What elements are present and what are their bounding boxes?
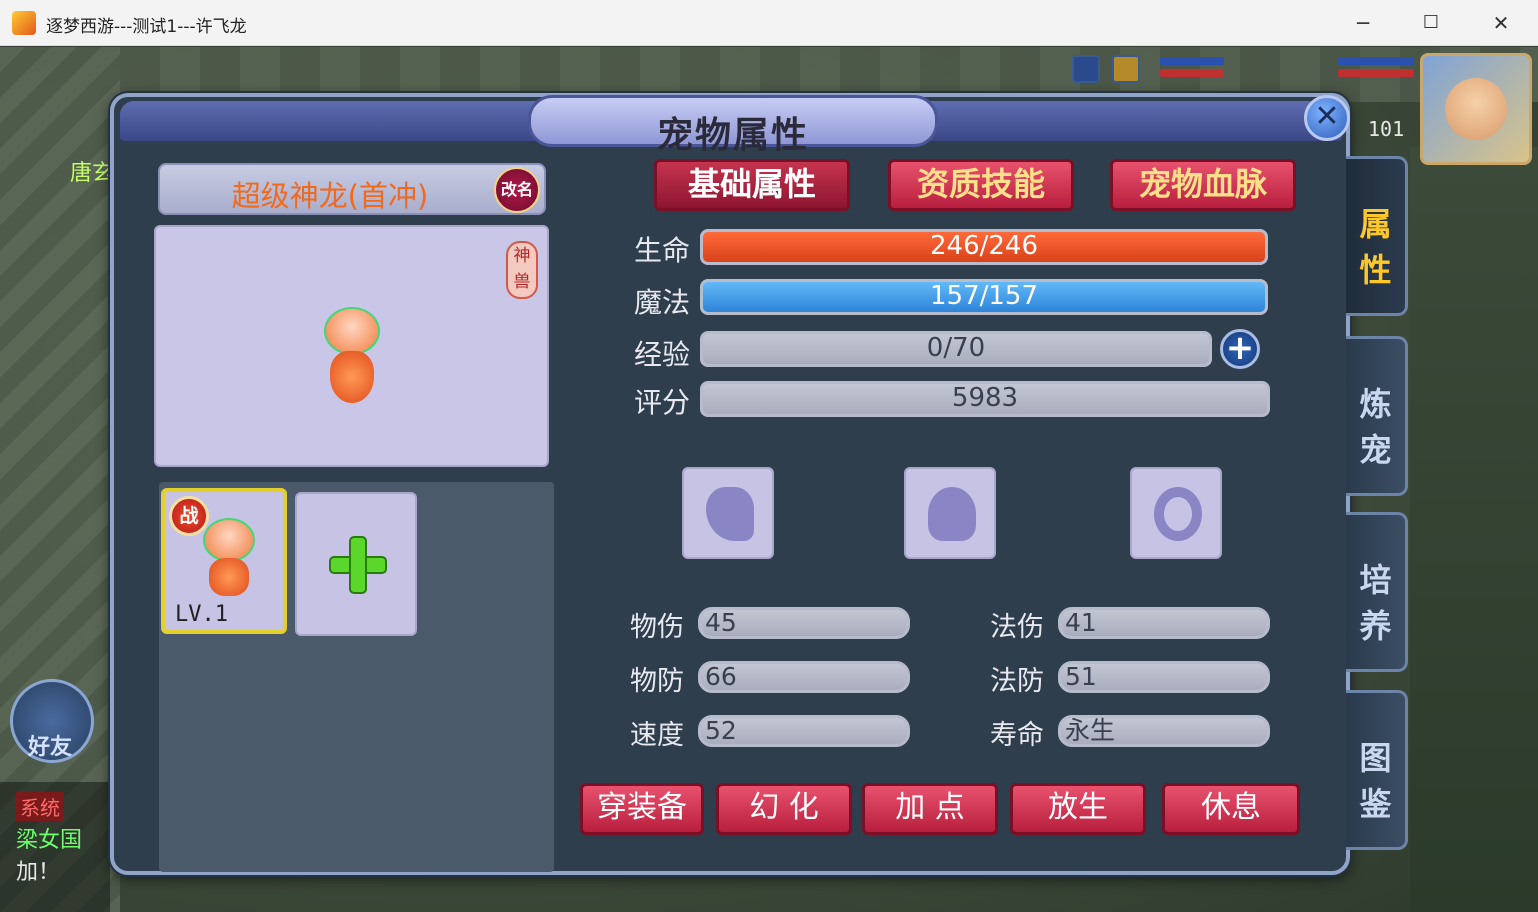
armor-icon	[928, 487, 976, 541]
pet-head	[324, 307, 380, 355]
rest-button[interactable]: 休息	[1162, 783, 1300, 835]
pet-preview: 神兽	[154, 225, 549, 467]
hud-hp-bar-2	[1338, 57, 1414, 65]
chat-panel[interactable]: 系统 梁女国 加！	[0, 782, 110, 912]
equip-slot-2[interactable]	[904, 467, 996, 559]
pet-level: LV.1	[175, 602, 228, 627]
pet-name-bar: 超级神龙(首冲) 改名	[158, 163, 546, 215]
side-tab-refine[interactable]: 炼宠	[1346, 336, 1408, 496]
close-panel-button[interactable]: ✕	[1304, 95, 1350, 141]
divine-beast-tag: 神兽	[506, 241, 538, 299]
app-icon	[12, 11, 36, 35]
pet-thumbnail	[197, 514, 261, 596]
mag-def-label: 法防	[990, 666, 1044, 697]
mp-bar: 157/157	[700, 279, 1268, 315]
pet-list: 战 LV.1	[159, 482, 554, 872]
score-label: 评分	[634, 386, 691, 419]
maximize-button[interactable]: ☐	[1418, 10, 1444, 36]
minimize-button[interactable]: ─	[1350, 10, 1376, 36]
equip-button[interactable]: 穿装备	[580, 783, 704, 835]
release-button[interactable]: 放生	[1010, 783, 1146, 835]
pet-slot-selected[interactable]: 战 LV.1	[161, 488, 287, 634]
collar-icon	[706, 487, 754, 541]
life-value: 永生	[1058, 715, 1270, 747]
hp-bar: 246/246	[700, 229, 1268, 265]
speed-value: 52	[698, 715, 910, 747]
phys-def-label: 物防	[630, 666, 684, 697]
life-label: 寿命	[990, 720, 1044, 751]
add-points-button[interactable]: 加 点	[862, 783, 998, 835]
mag-atk-label: 法伤	[990, 612, 1044, 643]
battle-badge: 战	[169, 496, 209, 536]
hud-hp-bar	[1160, 57, 1224, 65]
hud-mp-bar-2	[1338, 69, 1414, 77]
window-title: 逐梦西游---测试1---许飞龙	[46, 17, 247, 37]
player-level: 101	[1368, 117, 1405, 141]
panel-title-plate: 宠物属性	[528, 95, 938, 156]
pet-model	[316, 297, 388, 409]
pet-name: 超级神龙(首冲)	[231, 179, 429, 213]
window-titlebar: 逐梦西游---测试1---许飞龙 ─ ☐ ✕	[0, 0, 1538, 46]
plus-icon	[329, 536, 387, 594]
chat-line: 梁女国	[16, 828, 83, 853]
friends-label: 好友	[28, 735, 73, 760]
side-tab-train[interactable]: 培养	[1346, 512, 1408, 672]
tab-basic-attributes[interactable]: 基础属性	[654, 159, 850, 211]
npc-name: 唐玄	[70, 161, 115, 186]
panel-title: 宠物属性	[656, 115, 809, 156]
pet-thumb-body	[209, 558, 249, 596]
scene-background-right	[1410, 147, 1538, 912]
player-avatar[interactable]	[1420, 53, 1532, 165]
hud-icon-2[interactable]	[1112, 55, 1140, 83]
pet-body	[330, 351, 374, 403]
mag-atk-value: 41	[1058, 607, 1270, 639]
transform-button[interactable]: 幻 化	[716, 783, 852, 835]
exp-bar: 0/70	[700, 331, 1212, 367]
hp-label: 生命	[634, 234, 691, 267]
pet-thumb-head	[203, 518, 255, 562]
side-tab-handbook[interactable]: 图鉴	[1346, 690, 1408, 850]
side-tab-attributes[interactable]: 属性	[1346, 156, 1408, 316]
exp-label: 经验	[634, 338, 691, 371]
pet-attributes-panel: 宠物属性 ✕ 超级神龙(首冲) 改名 神兽 战 LV.1 基础属性 资质技能 宠…	[110, 93, 1350, 875]
panel-header: 宠物属性 ✕	[120, 95, 1350, 156]
mag-def-value: 51	[1058, 661, 1270, 693]
add-exp-button[interactable]: +	[1220, 329, 1260, 369]
tab-pet-bloodline[interactable]: 宠物血脉	[1110, 159, 1296, 211]
add-pet-slot[interactable]	[295, 492, 417, 636]
phys-atk-label: 物伤	[630, 612, 684, 643]
score-bar: 5983	[700, 381, 1270, 417]
equip-slot-3[interactable]	[1130, 467, 1222, 559]
mp-label: 魔法	[634, 286, 691, 319]
rename-button[interactable]: 改名	[494, 167, 540, 213]
pet-left-column: 超级神龙(首冲) 改名 神兽 战 LV.1	[154, 157, 554, 872]
equip-slot-1[interactable]	[682, 467, 774, 559]
chat-channel: 系统	[16, 792, 64, 821]
phys-atk-value: 45	[698, 607, 910, 639]
hud-icon-1[interactable]	[1072, 55, 1100, 83]
ring-icon	[1154, 487, 1202, 541]
speed-label: 速度	[630, 720, 684, 751]
close-window-button[interactable]: ✕	[1488, 10, 1514, 36]
hud-mp-bar	[1160, 69, 1224, 77]
phys-def-value: 66	[698, 661, 910, 693]
tab-aptitude-skills[interactable]: 资质技能	[888, 159, 1074, 211]
avatar-face	[1445, 78, 1507, 140]
chat-line: 加！	[16, 860, 61, 885]
